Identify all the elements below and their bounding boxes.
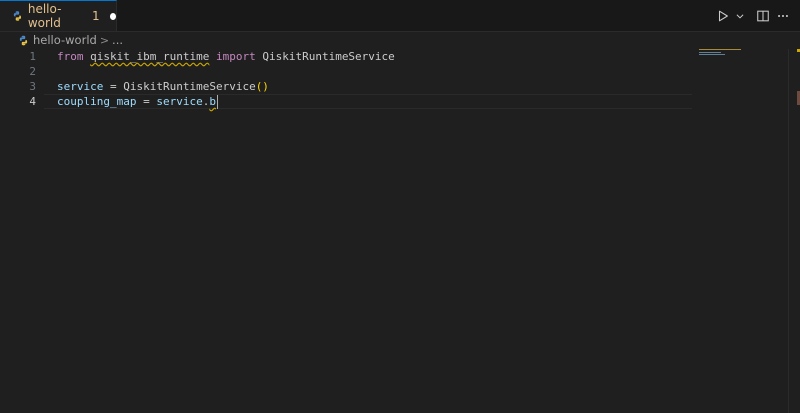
run-options-dropdown[interactable] bbox=[734, 7, 746, 25]
attribute-partial: b bbox=[209, 95, 216, 108]
editor-actions bbox=[714, 7, 792, 25]
assign-operator: = bbox=[136, 95, 157, 108]
minimap-line bbox=[699, 52, 721, 53]
minimap[interactable] bbox=[697, 49, 787, 413]
keyword-from: from bbox=[57, 50, 84, 63]
breadcrumb-separator-icon: > bbox=[99, 33, 110, 47]
chevron-down-icon bbox=[736, 14, 744, 19]
more-actions-button[interactable] bbox=[774, 7, 792, 25]
editor-tab-bar: hello-world 1 bbox=[0, 0, 800, 32]
tab-hello-world[interactable]: hello-world 1 bbox=[0, 0, 117, 31]
minimap-line bbox=[699, 54, 725, 55]
python-file-icon bbox=[19, 35, 28, 45]
line-number: 2 bbox=[29, 65, 36, 78]
split-editor-button[interactable] bbox=[754, 7, 772, 25]
text-cursor bbox=[216, 95, 218, 109]
parentheses: () bbox=[255, 80, 269, 93]
ellipsis-icon bbox=[778, 14, 788, 18]
breadcrumb-file[interactable]: hello-world bbox=[33, 33, 97, 47]
line-number: 3 bbox=[29, 80, 36, 93]
line-number: 1 bbox=[29, 50, 36, 63]
overview-ruler-scrollbar[interactable] bbox=[788, 49, 800, 413]
line-number-active: 4 bbox=[29, 95, 36, 108]
code-line-4[interactable]: coupling_map = service.b bbox=[57, 94, 218, 109]
breadcrumb-symbols[interactable]: ... bbox=[112, 33, 123, 47]
run-python-file-button[interactable] bbox=[714, 7, 732, 25]
assign-operator: = bbox=[103, 80, 124, 93]
module-name-warning: qiskit_ibm_runtime bbox=[90, 50, 210, 63]
play-icon bbox=[718, 10, 728, 22]
code-editor[interactable]: 1 2 3 4 from qiskit_ibm_runtime import Q… bbox=[0, 49, 800, 413]
code-line-3[interactable]: service = QiskitRuntimeService() bbox=[57, 79, 269, 94]
split-editor-icon bbox=[757, 10, 769, 22]
object-service: service bbox=[156, 95, 203, 108]
variable-service: service bbox=[57, 80, 104, 93]
class-call: QiskitRuntimeService bbox=[123, 80, 256, 93]
imported-class: QiskitRuntimeService bbox=[262, 50, 395, 63]
code-line-1[interactable]: from qiskit_ibm_runtime import QiskitRun… bbox=[57, 49, 395, 64]
unsaved-changes-dot-icon[interactable] bbox=[109, 12, 116, 20]
python-file-icon bbox=[13, 11, 22, 21]
tab-label: hello-world bbox=[27, 2, 62, 30]
minimap-line bbox=[699, 49, 741, 50]
variable-coupling-map: coupling_map bbox=[57, 95, 137, 108]
problem-count-badge: 1 bbox=[92, 9, 100, 23]
breadcrumb: hello-world > ... bbox=[0, 31, 800, 49]
keyword-import: import bbox=[215, 50, 256, 63]
